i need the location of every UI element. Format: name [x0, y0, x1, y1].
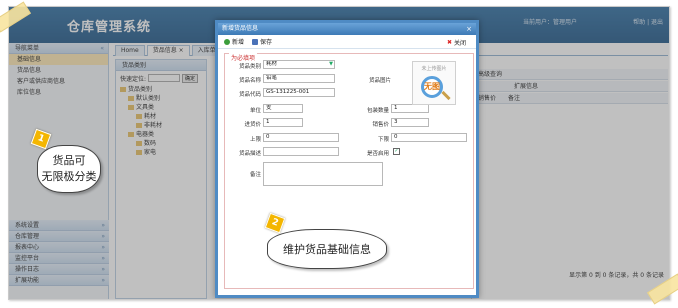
- in-price-label: 进货价: [244, 122, 261, 128]
- category-label: 货品类别: [238, 64, 261, 70]
- desc-field[interactable]: [263, 147, 339, 156]
- lower-label: 下限: [377, 137, 389, 143]
- code-field[interactable]: GS-131225-001: [263, 88, 335, 97]
- dialog-title: 新增货品信息: [222, 25, 259, 32]
- pack-label: 包装数量: [366, 108, 389, 114]
- dropdown-icon: ▼: [329, 61, 333, 67]
- category-value: 耗材: [266, 61, 278, 67]
- pack-field[interactable]: 1: [391, 104, 429, 113]
- note-textarea[interactable]: [263, 162, 383, 186]
- image-caption: 未上传图片: [421, 66, 447, 72]
- dialog-toolbar: 新增 保存 ✖ 关闭: [218, 35, 476, 49]
- code-label: 货品代码: [238, 92, 261, 98]
- lower-field[interactable]: 0: [391, 133, 467, 142]
- callout-line-2: 无限极分类: [41, 170, 97, 183]
- sale-price-field[interactable]: 3: [391, 118, 429, 127]
- enabled-label: 是否启用: [366, 151, 389, 157]
- name-label: 货品名称: [238, 78, 261, 84]
- unit-field[interactable]: 支: [263, 104, 303, 113]
- note-label: 备注: [249, 172, 261, 178]
- no-image-icon: 无图: [421, 76, 443, 98]
- save-icon: [252, 38, 259, 45]
- sale-price-label: 销售价: [372, 122, 389, 128]
- upper-label: 上限: [249, 137, 261, 143]
- required-note: 为必填项: [229, 53, 258, 62]
- upper-field[interactable]: 0: [263, 133, 339, 142]
- callout-category: 货品可 无限极分类: [37, 145, 101, 193]
- add-icon: [224, 38, 230, 45]
- callout-text: 维护货品基础信息: [283, 243, 371, 256]
- save-label: 保存: [260, 39, 273, 46]
- enabled-checkbox[interactable]: ✓: [393, 148, 400, 155]
- magnifier-handle: [441, 90, 451, 101]
- image-placeholder[interactable]: 未上传图片 无图: [412, 61, 456, 105]
- close-label: 关闭: [453, 40, 466, 47]
- image-label: 货品图片: [368, 78, 391, 84]
- desc-label: 货品描述: [238, 151, 261, 157]
- new-label: 新增: [232, 39, 245, 46]
- close-button[interactable]: ✖ 关闭: [447, 38, 466, 47]
- screenshot-frame: 仓库管理系统 当前用户：管理用户 帮助 | 退出 导航菜单 « 基础信息 货品信…: [8, 6, 670, 300]
- name-field[interactable]: 铅笔: [263, 74, 335, 83]
- dialog-titlebar: 新增货品信息 ×: [218, 23, 476, 35]
- close-x-icon: ✖: [446, 39, 452, 46]
- save-button[interactable]: 保存: [252, 37, 272, 46]
- no-image-text: 无图: [424, 82, 440, 91]
- callout-line-1: 货品可: [52, 154, 86, 167]
- new-button[interactable]: 新增: [224, 37, 244, 46]
- unit-label: 单位: [249, 108, 261, 114]
- callout-maintain: 维护货品基础信息: [267, 229, 387, 269]
- in-price-field[interactable]: 1: [263, 118, 303, 127]
- close-icon[interactable]: ×: [466, 23, 472, 35]
- category-select[interactable]: 耗材 ▼: [263, 60, 335, 69]
